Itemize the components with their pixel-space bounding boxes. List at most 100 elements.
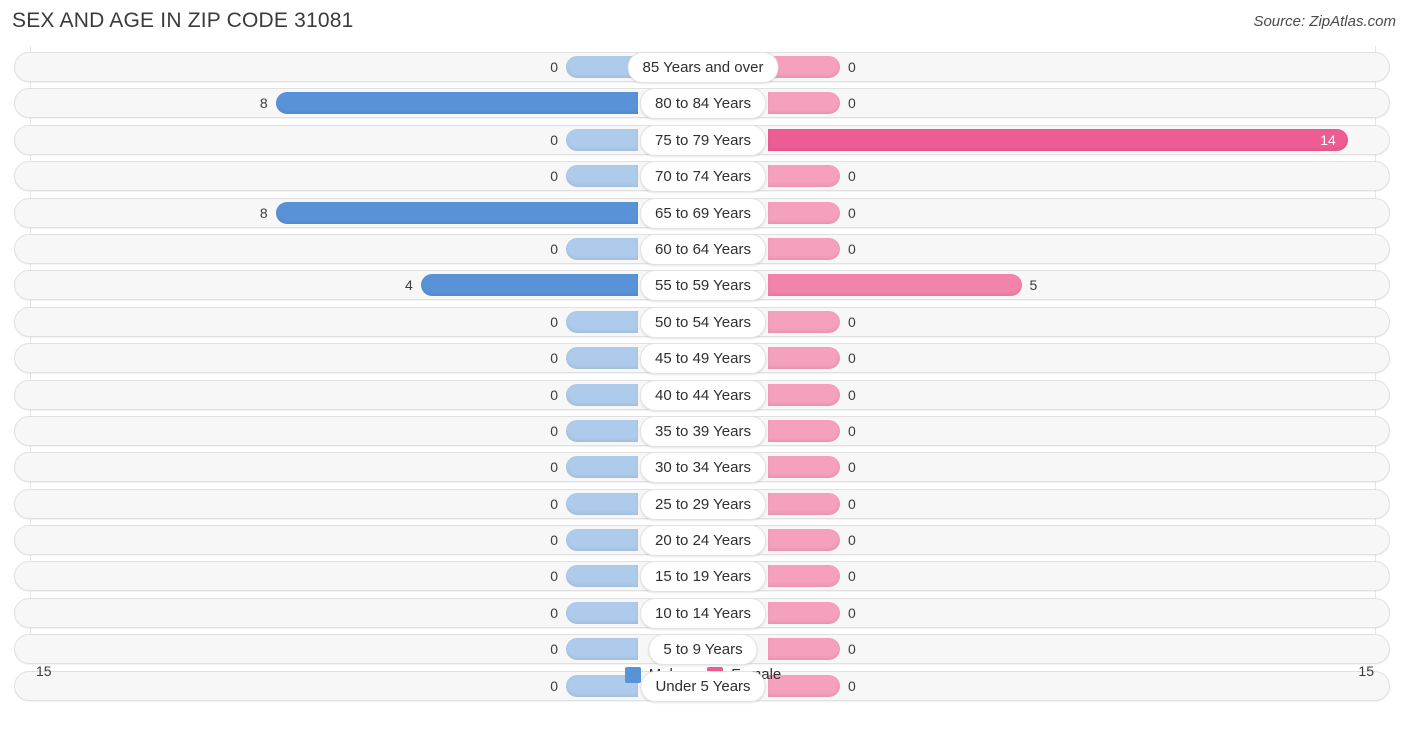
male-value-label: 0 [550, 131, 558, 148]
male-bar[interactable] [566, 128, 638, 151]
female-bar[interactable] [768, 92, 840, 115]
chart-row: 0 0 50 to 54 Years [0, 305, 1406, 341]
male-value-label: 0 [550, 240, 558, 257]
male-bar[interactable] [566, 383, 638, 406]
female-value-label: 0 [848, 422, 856, 439]
chart-rows: 0 0 85 Years and over 8 0 80 to 84 Years 0 14 75… [0, 50, 1406, 705]
female-value-label: 5 [1029, 277, 1038, 294]
female-bar[interactable] [768, 56, 840, 78]
population-pyramid-plot: 0 0 85 Years and over 8 0 80 to 84 Years 0 14 75… [0, 46, 1406, 702]
female-bar[interactable] [768, 529, 840, 552]
male-value-label: 8 [259, 204, 268, 221]
female-value-label: 0 [848, 459, 856, 476]
chart-row: 0 0 40 to 44 Years [0, 378, 1406, 414]
category-label: 5 to 9 Years [648, 634, 758, 666]
chart-row: 0 0 15 to 19 Years [0, 559, 1406, 595]
chart-row: 0 0 10 to 14 Years [0, 596, 1406, 632]
female-value-label: 0 [848, 350, 856, 367]
female-bar[interactable] [768, 201, 840, 224]
female-bar[interactable] [768, 310, 840, 333]
male-value-label: 0 [550, 495, 558, 512]
male-bar[interactable] [566, 456, 638, 479]
chart-row: 0 0 35 to 39 Years [0, 414, 1406, 450]
female-bar[interactable] [768, 274, 1022, 297]
male-bar[interactable] [566, 601, 638, 624]
male-value-label: 0 [550, 568, 558, 585]
chart-row: 4 5 55 to 59 Years [0, 268, 1406, 304]
male-bar[interactable] [566, 237, 638, 260]
category-label: 15 to 19 Years [640, 561, 766, 593]
category-label: 10 to 14 Years [640, 597, 766, 629]
chart-row: 0 0 5 to 9 Years [0, 632, 1406, 668]
male-bar[interactable] [566, 565, 638, 588]
category-label: 35 to 39 Years [640, 415, 766, 447]
category-label: 30 to 34 Years [640, 452, 766, 484]
female-value-label: 0 [848, 532, 856, 549]
male-bar[interactable] [420, 274, 638, 297]
male-bar[interactable] [566, 638, 638, 661]
male-bar[interactable] [275, 201, 638, 224]
female-bar[interactable] [768, 638, 840, 661]
female-bar[interactable] [768, 492, 840, 515]
female-bar[interactable] [768, 419, 840, 442]
female-bar[interactable] [768, 383, 840, 406]
category-label: 60 to 64 Years [640, 233, 766, 265]
male-value-label: 4 [405, 277, 413, 294]
male-bar[interactable] [566, 419, 638, 442]
chart-header: SEX AND AGE IN ZIP CODE 31081 Source: Zi… [0, 0, 1406, 46]
category-label: 80 to 84 Years [640, 88, 766, 120]
category-label: 25 to 29 Years [640, 488, 766, 520]
chart-row: 8 0 65 to 69 Years [0, 196, 1406, 232]
male-value-label: 0 [550, 459, 558, 476]
male-bar[interactable] [275, 92, 638, 115]
male-value-label: 0 [550, 641, 558, 658]
male-value-label: 0 [550, 168, 558, 185]
male-bar[interactable] [566, 165, 638, 188]
category-label: 20 to 24 Years [640, 525, 766, 557]
female-value-label: 0 [848, 641, 856, 658]
category-label: Under 5 Years [640, 670, 766, 702]
category-label: 50 to 54 Years [640, 306, 766, 338]
category-label: 45 to 49 Years [640, 343, 766, 375]
female-bar[interactable] [768, 165, 840, 188]
female-value-label: 0 [848, 240, 856, 257]
source-attribution: Source: ZipAtlas.com [1253, 13, 1396, 30]
category-label: 65 to 69 Years [640, 197, 766, 229]
male-bar[interactable] [566, 310, 638, 333]
chart-row: 0 0 85 Years and over [0, 50, 1406, 86]
female-value-label: 0 [848, 168, 856, 185]
female-value-label: 0 [848, 59, 856, 75]
female-bar[interactable] [768, 601, 840, 624]
male-value-label: 0 [550, 313, 558, 330]
chart-page: SEX AND AGE IN ZIP CODE 31081 Source: Zi… [0, 0, 1406, 740]
male-value-label: 0 [550, 59, 558, 75]
female-bar[interactable] [768, 565, 840, 588]
chart-row: 0 0 60 to 64 Years [0, 232, 1406, 268]
female-value-label: 0 [848, 204, 856, 221]
female-bar[interactable] [768, 456, 840, 479]
female-bar[interactable] [768, 128, 1349, 151]
category-label: 75 to 79 Years [640, 124, 766, 156]
category-label: 55 to 59 Years [640, 270, 766, 302]
male-value-label: 0 [550, 604, 558, 621]
female-bar[interactable] [768, 237, 840, 260]
male-value-label: 0 [550, 532, 558, 549]
female-bar[interactable] [768, 347, 840, 370]
page-title: SEX AND AGE IN ZIP CODE 31081 [12, 9, 354, 32]
female-value-label: 0 [848, 495, 856, 512]
chart-row: 0 0 20 to 24 Years [0, 523, 1406, 559]
chart-row: 0 0 45 to 49 Years [0, 341, 1406, 377]
male-bar[interactable] [566, 492, 638, 515]
chart-row: 8 0 80 to 84 Years [0, 86, 1406, 122]
female-value-label: 0 [848, 568, 856, 585]
female-value-label: 0 [848, 313, 856, 330]
male-value-label: 0 [550, 386, 558, 403]
male-value-label: 8 [259, 95, 268, 112]
category-label: 40 to 44 Years [640, 379, 766, 411]
chart-row: 0 0 30 to 34 Years [0, 450, 1406, 486]
chart-row: 0 14 75 to 79 Years [0, 123, 1406, 159]
male-bar[interactable] [566, 529, 638, 552]
male-bar[interactable] [566, 347, 638, 370]
female-value-label: 0 [848, 386, 856, 403]
chart-row: 0 0 70 to 74 Years [0, 159, 1406, 195]
